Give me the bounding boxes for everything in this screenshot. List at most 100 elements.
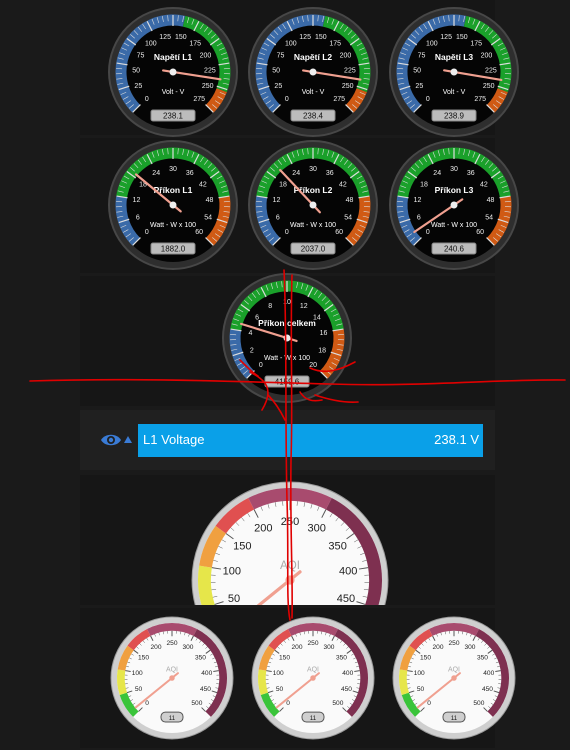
gauge-tick-label: 25 <box>274 83 282 90</box>
gauge-tick-label: 24 <box>433 170 441 177</box>
gauge-tick-label: 0 <box>426 229 430 236</box>
gauge-tick-label: 8 <box>268 303 272 310</box>
aqi-title: AQI <box>307 666 319 673</box>
triangle-up-icon[interactable] <box>124 436 132 443</box>
gauge-tick-label: 250 <box>342 83 354 90</box>
gauge-tick-label: 12 <box>133 197 141 204</box>
aqi-tick-label: 450 <box>341 686 352 693</box>
aqi-tick-label: 150 <box>138 655 149 662</box>
aqi-tick-label: 100 <box>414 670 425 677</box>
aqi-tick-label: 0 <box>286 700 290 707</box>
gauge-unit: Watt - W x 100 <box>431 222 477 229</box>
gauge-tick-label: 18 <box>318 347 326 354</box>
gauge-value: 4159.6 <box>275 378 300 387</box>
gauge-unit: Volt - V <box>443 89 466 96</box>
aqi-hub <box>285 575 295 585</box>
gauge-tick-label: 54 <box>485 214 493 221</box>
gauge-tick-label: 50 <box>413 67 421 74</box>
gauge-tick-label: 25 <box>415 83 423 90</box>
aqi-tick-label: 300 <box>308 522 326 534</box>
gauge-tick-label: 225 <box>344 67 356 74</box>
aqi-hub <box>451 675 457 681</box>
gauge-tick-label: 24 <box>152 170 160 177</box>
gauge-tick-label: 225 <box>204 67 216 74</box>
gauge-tick-label: 150 <box>456 34 468 41</box>
gauge-hub <box>169 201 177 209</box>
gauge-tick-label: 12 <box>300 303 308 310</box>
gauge-value: 238.9 <box>444 112 465 121</box>
gauge-hub <box>309 68 317 76</box>
gauge-value: 240.6 <box>444 245 465 254</box>
dark-gauge: 0 6 12 18 24 30 36 42 48 54 60 Příkon L2 Watt - W x … <box>243 135 383 275</box>
aqi-tick-label: 500 <box>473 700 484 707</box>
gauge-tick-label: 60 <box>195 229 203 236</box>
gauge-tick-label: 42 <box>339 181 347 188</box>
gauge-title: Napětí L3 <box>435 52 474 62</box>
voltage-bar-value: 238.1 V <box>434 432 479 447</box>
aqi-tick-label: 400 <box>201 670 212 677</box>
gauge-tick-label: 0 <box>259 362 263 369</box>
gauge-tick-label: 54 <box>204 214 212 221</box>
gauge-tick-label: 50 <box>272 67 280 74</box>
gauge-tick-label: 30 <box>309 166 317 173</box>
gauge-hub <box>169 68 177 76</box>
gauge-tick-label: 48 <box>206 197 214 204</box>
aqi-tick-label: 150 <box>420 655 431 662</box>
gauge-tick-label: 175 <box>329 40 341 47</box>
aqi-value: 11 <box>169 716 176 722</box>
aqi-tick-label: 350 <box>336 655 347 662</box>
gauge-title: Napětí L1 <box>154 52 193 62</box>
gauge-tick-label: 30 <box>450 166 458 173</box>
aqi-tick-label: 100 <box>132 670 143 677</box>
gauge-value: 238.4 <box>303 112 324 121</box>
gauge-tick-label: 42 <box>199 181 207 188</box>
eye-icon[interactable] <box>100 432 122 448</box>
gauge-tick-label: 75 <box>277 52 285 59</box>
gauge-tick-label: 24 <box>292 170 300 177</box>
gauge-tick-label: 54 <box>344 214 352 221</box>
gauge-tick-label: 250 <box>202 83 214 90</box>
gauge-unit: Watt - W x 100 <box>290 222 336 229</box>
aqi-tick-label: 50 <box>228 593 240 605</box>
gauge-tick-label: 225 <box>485 67 497 74</box>
gauge-tick-label: 16 <box>320 330 328 337</box>
gauge-tick-label: 100 <box>426 40 438 47</box>
gauge-tick-label: 6 <box>136 214 140 221</box>
dark-gauge: 0 2 4 6 8 10 12 14 16 18 20 Příkon celkem Watt - W x… <box>217 268 357 408</box>
gauge-title: Příkon celkem <box>258 318 316 328</box>
gauge-tick-label: 100 <box>285 40 297 47</box>
aqi-tick-label: 500 <box>332 700 343 707</box>
gauge-tick-label: 6 <box>276 214 280 221</box>
gauge-title: Příkon L3 <box>435 185 474 195</box>
aqi-tick-label: 200 <box>433 644 444 651</box>
gauge-tick-label: 18 <box>279 181 287 188</box>
gauge-tick-label: 48 <box>346 197 354 204</box>
gauge-tick-label: 125 <box>299 34 311 41</box>
dark-gauge: 0 6 12 18 24 30 36 42 48 54 60 Příkon L1 Watt - W x … <box>103 135 243 275</box>
gauge-tick-label: 100 <box>145 40 157 47</box>
gauge-tick-label: 75 <box>137 52 145 59</box>
gauge-value: 238.1 <box>163 112 184 121</box>
gauge-tick-label: 6 <box>417 214 421 221</box>
gauge-tick-label: 275 <box>333 96 345 103</box>
voltage-bar-label: L1 Voltage <box>143 432 205 447</box>
gauge-tick-label: 2 <box>250 347 254 354</box>
aqi-tick-label: 150 <box>279 655 290 662</box>
gauge-tick-label: 36 <box>326 170 334 177</box>
gauge-tick-label: 175 <box>189 40 201 47</box>
aqi-tick-label: 450 <box>482 686 493 693</box>
aqi-tick-label: 0 <box>145 700 149 707</box>
gauge-value: 2037.0 <box>301 245 326 254</box>
gauge-unit: Watt - W x 100 <box>150 222 196 229</box>
gauge-tick-label: 200 <box>481 52 493 59</box>
gauge-tick-label: 4 <box>249 330 253 337</box>
gauge-tick-label: 125 <box>440 34 452 41</box>
gauge-tick-label: 10 <box>283 299 291 306</box>
aqi-tick-label: 300 <box>464 644 475 651</box>
gauge-tick-label: 12 <box>414 197 422 204</box>
gauge-tick-label: 18 <box>420 181 428 188</box>
gauge-tick-label: 0 <box>145 96 149 103</box>
gauge-tick-label: 275 <box>193 96 205 103</box>
aqi-tick-label: 100 <box>273 670 284 677</box>
gauge-tick-label: 200 <box>200 52 212 59</box>
